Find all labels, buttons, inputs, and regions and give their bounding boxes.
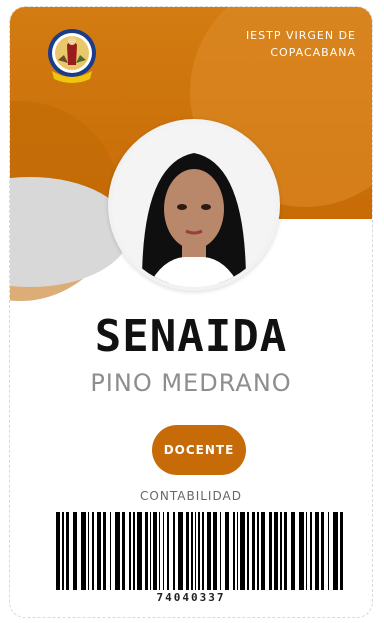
- barcode-bar: [306, 512, 307, 590]
- barcode-bar: [321, 512, 324, 590]
- barcode-bar: [122, 512, 125, 590]
- barcode-bar: [62, 512, 64, 590]
- barcode-bar: [247, 512, 249, 590]
- barcode-bar: [163, 512, 164, 590]
- barcode-bar: [291, 512, 295, 590]
- barcode-bar: [173, 512, 175, 590]
- barcode-bar: [97, 512, 101, 590]
- barcode-bar: [237, 512, 238, 590]
- id-card: IESTP VIRGEN DE COPACABANA SENAIDA PINO …: [9, 6, 373, 618]
- barcode-bar: [202, 512, 204, 590]
- barcode-bar: [103, 512, 106, 590]
- avatar: [108, 119, 280, 291]
- barcode-bar: [299, 512, 304, 590]
- barcode-bar: [220, 512, 221, 590]
- barcode-bar: [340, 512, 343, 590]
- barcode-bar: [225, 512, 229, 590]
- barcode-bar: [88, 512, 89, 590]
- barcode-bar: [110, 512, 111, 590]
- barcode: [52, 512, 350, 590]
- barcode-bar: [178, 512, 183, 590]
- barcode-bar: [129, 512, 131, 590]
- barcode-bar: [73, 512, 77, 590]
- last-name: PINO MEDRANO: [90, 369, 292, 397]
- barcode-bar: [145, 512, 148, 590]
- barcode-bar: [310, 512, 312, 590]
- role-badge: DOCENTE: [152, 425, 246, 475]
- barcode-bar: [280, 512, 282, 590]
- barcode-bar: [66, 512, 69, 590]
- barcode-bar: [92, 512, 94, 590]
- barcode-bar: [115, 512, 120, 590]
- barcode-bar: [191, 512, 193, 590]
- barcode-bar: [198, 512, 200, 590]
- barcode-bar: [150, 512, 151, 590]
- barcode-bar: [257, 512, 259, 590]
- barcode-number: 74040337: [156, 591, 226, 604]
- barcode-bar: [153, 512, 157, 590]
- barcode-bar: [261, 512, 265, 590]
- barcode-bar: [274, 512, 278, 590]
- barcode-bar: [56, 512, 60, 590]
- barcode-bar: [284, 512, 287, 590]
- barcode-bar: [233, 512, 235, 590]
- barcode-bar: [328, 512, 329, 590]
- barcode-bar: [159, 512, 160, 590]
- profile-photo: [112, 123, 276, 287]
- barcode-bar: [240, 512, 245, 590]
- school-crest-icon: [46, 27, 98, 87]
- barcode-bar: [252, 512, 255, 590]
- barcode-bar: [333, 512, 338, 590]
- barcode-bar: [137, 512, 142, 590]
- barcode-bar: [315, 512, 319, 590]
- department-label: CONTABILIDAD: [140, 489, 242, 503]
- first-name: SENAIDA: [94, 311, 288, 362]
- barcode-bar: [213, 512, 217, 590]
- barcode-bar: [133, 512, 135, 590]
- institution-name: IESTP VIRGEN DE COPACABANA: [245, 29, 356, 59]
- barcode-bar: [207, 512, 211, 590]
- barcode-bar: [269, 512, 272, 590]
- barcode-bar: [81, 512, 86, 590]
- barcode-bar: [195, 512, 196, 590]
- barcode-bar: [186, 512, 189, 590]
- barcode-bar: [167, 512, 169, 590]
